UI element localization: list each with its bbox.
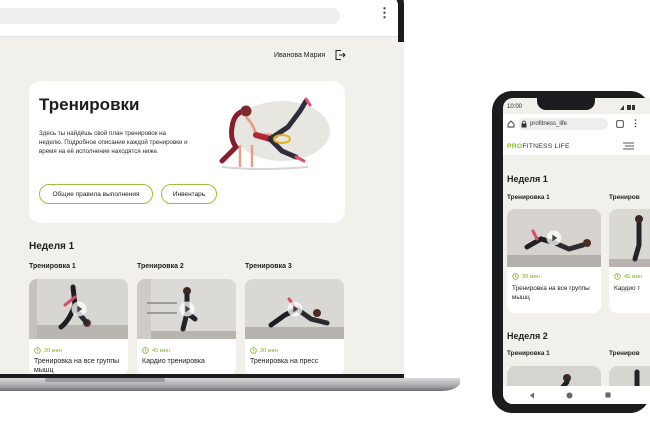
- phone-screen: 10:00 profitness_life ⋮ PROFITNESS LIFE …: [503, 98, 650, 404]
- page-title: Тренировки: [39, 95, 140, 114]
- hero-description: Здесь ты найдёшь свой план тренировок на…: [39, 130, 188, 156]
- workout-title: Тренировка на все группы мышц: [34, 358, 120, 374]
- duration: 30 мин: [44, 348, 62, 354]
- workout-label: Тренировка 3: [245, 263, 292, 270]
- clock-icon: [34, 347, 41, 354]
- duration: 45 мин: [152, 348, 170, 354]
- tabs-icon[interactable]: [616, 120, 624, 128]
- workout-label: Трениров: [609, 194, 640, 201]
- duration: 30 мин: [260, 348, 278, 354]
- workout-card[interactable]: 30 мин Тренировка на все группы мышц: [29, 279, 128, 375]
- workout-title: Тренировка на пресс: [250, 358, 319, 365]
- phone-url-text: profitness_life: [530, 121, 568, 127]
- home-icon[interactable]: [507, 120, 515, 128]
- phone-notch: [537, 98, 595, 110]
- workout-card[interactable]: 45 мин Кардио т: [609, 209, 650, 313]
- play-icon[interactable]: [546, 230, 562, 246]
- duration: 30 мин: [522, 274, 540, 280]
- lock-icon: [521, 120, 527, 128]
- equipment-button[interactable]: Инвентарь: [161, 184, 217, 204]
- workout-title: Кардио т: [614, 285, 641, 292]
- week-title: Неделя 1: [507, 174, 548, 184]
- clock-icon: [250, 347, 257, 354]
- workout-label: Тренировка 2: [137, 263, 184, 270]
- play-icon[interactable]: [71, 301, 87, 317]
- phone-address-bar[interactable]: profitness_life: [518, 118, 608, 130]
- workout-title: Тренировка на все группы мышц: [512, 285, 590, 301]
- week-title: Неделя 2: [507, 331, 548, 341]
- workout-title: Кардио тренировка: [142, 358, 205, 365]
- play-icon[interactable]: [179, 301, 195, 317]
- workout-photo: [609, 209, 650, 267]
- clock-icon: [142, 347, 149, 354]
- user-name: Иванова Мария: [274, 52, 326, 59]
- clock-icon: [614, 273, 621, 280]
- logout-icon[interactable]: [334, 49, 346, 61]
- week-title: Неделя 1: [29, 241, 75, 252]
- workout-card[interactable]: 30 мин Тренировка на пресс: [245, 279, 344, 375]
- laptop-base: [0, 378, 460, 391]
- duration: 45 мин: [624, 274, 642, 280]
- hamburger-icon[interactable]: [623, 142, 634, 150]
- signal-battery-icon: [620, 105, 635, 110]
- recents-icon[interactable]: [605, 392, 611, 398]
- workout-card[interactable]: 30 мин Тренировка на все группы мышц: [507, 209, 601, 313]
- exercise-illustration: [219, 97, 330, 170]
- phone-menu-icon[interactable]: ⋮: [631, 118, 640, 129]
- general-rules-button[interactable]: Общие правила выполнения: [39, 184, 153, 204]
- home-button-icon[interactable]: [566, 392, 573, 399]
- browser-toolbar: ⋮: [0, 0, 398, 37]
- brand-rest: FITNESS LIFE: [522, 143, 570, 150]
- workout-label: Тренировка 1: [507, 194, 550, 201]
- clock-icon: [512, 273, 519, 280]
- workout-label: Тренировка 1: [29, 263, 76, 270]
- workout-card[interactable]: 45 мин Кардио тренировка: [137, 279, 236, 375]
- address-bar[interactable]: [0, 8, 340, 24]
- brand-accent: PRO: [507, 143, 523, 150]
- status-time: 10:00: [507, 104, 523, 110]
- android-nav-bar: [503, 386, 650, 404]
- back-icon[interactable]: [529, 392, 535, 399]
- workout-label: Тренировка 1: [507, 350, 550, 357]
- browser-menu-icon[interactable]: ⋮: [378, 5, 391, 21]
- play-icon[interactable]: [287, 301, 303, 317]
- workout-label: Трениров: [609, 350, 640, 357]
- brand-logo: PROFITNESS LIFE: [507, 143, 570, 150]
